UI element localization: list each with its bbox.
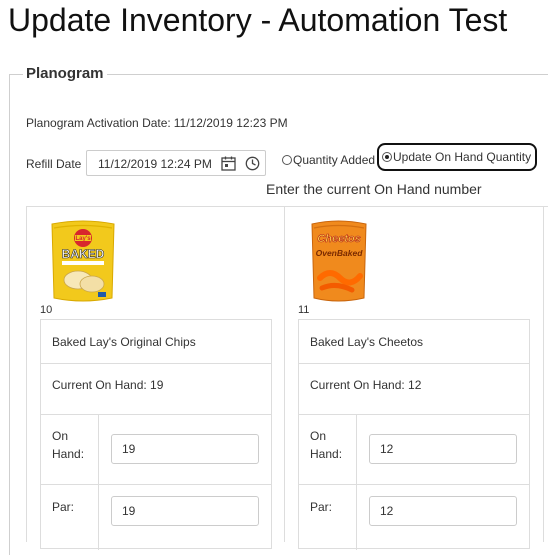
product-number: 11	[298, 304, 310, 316]
radio-circle[interactable]	[282, 155, 292, 165]
radio-circle-checked[interactable]	[382, 152, 392, 162]
product-name-row: Baked Lay's Original Chips	[41, 320, 271, 364]
cheetos-bag-icon: Cheetos OvenBaked	[306, 218, 376, 303]
svg-text:Lay's: Lay's	[75, 236, 91, 242]
on-hand-label: On Hand:	[52, 429, 85, 461]
par-row: Par:	[41, 484, 271, 550]
calendar-icon[interactable]	[221, 156, 236, 174]
radio-update-on-hand-label[interactable]: Update On Hand Quantity	[393, 150, 531, 164]
product-name: Baked Lay's Original Chips	[52, 335, 196, 349]
radio-update-on-hand[interactable]: Update On Hand Quantity	[377, 143, 537, 171]
on-hand-input[interactable]	[369, 434, 517, 464]
product-card: Cheetos OvenBaked 11 Baked Lay's Cheetos…	[296, 206, 548, 550]
svg-text:BAKED: BAKED	[62, 247, 105, 261]
product-table: Baked Lay's Cheetos Current On Hand: 12 …	[298, 319, 530, 550]
lays-chips-bag-icon: Lay's BAKED	[48, 218, 118, 303]
on-hand-row: On Hand:	[41, 414, 271, 485]
radio-quantity-added-label[interactable]: Quantity Added	[293, 153, 375, 167]
par-label: Par:	[310, 500, 333, 514]
product-table: Baked Lay's Original Chips Current On Ha…	[40, 319, 272, 550]
product-name-row: Baked Lay's Cheetos	[299, 320, 529, 364]
product-card: Lay's BAKED 10 Baked Lay's Original Chip…	[38, 206, 296, 550]
activation-date-value: 11/12/2019 12:23 PM	[173, 116, 288, 130]
par-label: Par:	[52, 500, 75, 514]
activation-date: Planogram Activation Date: 11/12/2019 12:…	[26, 116, 288, 130]
page-title: Update Inventory - Automation Test	[8, 2, 508, 38]
clock-icon[interactable]	[245, 156, 260, 174]
par-input[interactable]	[111, 496, 259, 526]
radio-quantity-added[interactable]: Quantity Added	[282, 150, 375, 170]
product-name: Baked Lay's Cheetos	[310, 335, 424, 349]
on-hand-input[interactable]	[111, 434, 259, 464]
on-hand-row: On Hand:	[299, 414, 529, 485]
instruction-text: Enter the current On Hand number	[266, 181, 482, 197]
on-hand-label: On Hand:	[310, 429, 343, 461]
table-column-divider	[356, 414, 357, 550]
current-on-hand-row: Current On Hand: 19	[41, 363, 271, 415]
current-on-hand: Current On Hand: 12	[310, 378, 422, 392]
refill-date-label: Refill Date	[26, 157, 82, 171]
par-row: Par:	[299, 484, 529, 550]
refill-date-picker[interactable]: 11/12/2019 12:24 PM	[86, 150, 266, 176]
current-on-hand: Current On Hand: 19	[52, 378, 164, 392]
refill-date-value[interactable]: 11/12/2019 12:24 PM	[98, 157, 212, 171]
svg-text:OvenBaked: OvenBaked	[316, 248, 364, 258]
table-column-divider	[98, 414, 99, 550]
product-number: 10	[40, 304, 53, 316]
svg-text:Cheetos: Cheetos	[317, 233, 360, 245]
par-input[interactable]	[369, 496, 517, 526]
current-on-hand-row: Current On Hand: 12	[299, 363, 529, 415]
product-grid-divider	[26, 206, 27, 542]
planogram-legend: Planogram	[23, 65, 107, 82]
activation-date-label: Planogram Activation Date:	[26, 116, 171, 130]
